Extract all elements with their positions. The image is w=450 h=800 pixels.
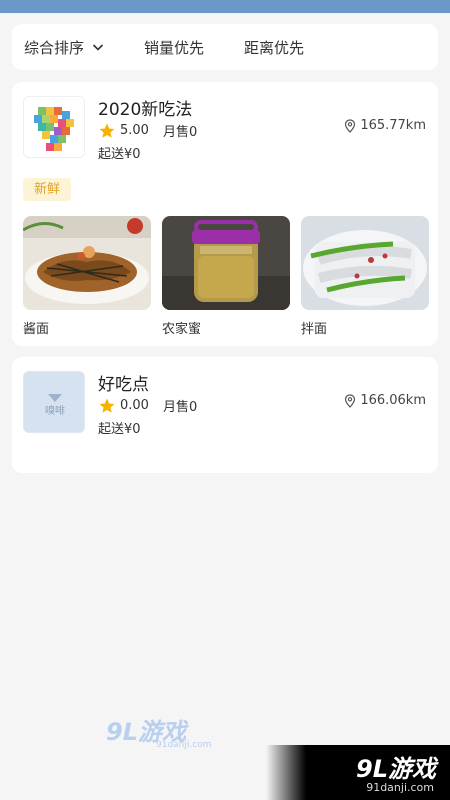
dish-label: 酱面: [23, 322, 50, 337]
distance: 165.77km: [344, 118, 426, 133]
rating-row: 5.00 月售0: [98, 121, 197, 140]
dish-label: 拌面: [301, 322, 328, 337]
sort-bar: 综合排序 销量优先 距离优先: [12, 24, 438, 70]
shop-name: 好吃点: [98, 375, 149, 395]
location-pin-icon: [344, 118, 356, 133]
rating-value: 0.00: [120, 398, 149, 413]
sort-distance-label: 距离优先: [244, 38, 305, 57]
shop-card[interactable]: 2020新吃法 5.00 月售0 起送¥0 165.77km 新鲜 酱面 农家蜜…: [12, 82, 438, 346]
sort-comprehensive-label: 综合排序: [24, 38, 85, 57]
distance-value: 165.77km: [360, 118, 426, 133]
rating-row: 0.00 月售0: [98, 396, 197, 415]
dish-image-honey-jar: [162, 216, 290, 310]
shop-logo: [23, 96, 85, 158]
dish-item[interactable]: 酱面: [23, 216, 151, 337]
dish-image-noodles: [23, 216, 151, 310]
dish-image-rice-rolls: [301, 216, 429, 310]
sort-sales-first[interactable]: 销量优先: [144, 37, 204, 58]
dish-item[interactable]: 拌面: [301, 216, 429, 337]
star-icon: [98, 122, 116, 140]
shop-card[interactable]: 嗅啡 好吃点 0.00 月售0 起送¥0 166.06km: [12, 357, 438, 473]
chevron-down-icon: [92, 41, 104, 53]
watermark-url: 91danji.com: [366, 781, 434, 794]
dish-item[interactable]: 农家蜜: [162, 216, 290, 337]
sort-distance-first[interactable]: 距离优先: [244, 37, 304, 58]
watermark-center: 9L游戏 91danji.com: [106, 712, 211, 752]
shop-tag: 新鲜: [23, 178, 72, 201]
dish-list: 酱面 农家蜜 拌面: [23, 216, 429, 337]
rating-value: 5.00: [120, 123, 149, 138]
watermark-url: 91danji.com: [156, 740, 212, 750]
watermark-logo-text: 9L游戏: [356, 755, 436, 783]
min-order: 起送¥0: [98, 147, 141, 162]
location-pin-icon: [344, 393, 356, 408]
sort-sales-label: 销量优先: [144, 38, 205, 57]
distance: 166.06km: [344, 393, 426, 408]
shop-logo: 嗅啡: [23, 371, 85, 433]
monthly-sales: 月售0: [162, 125, 198, 140]
star-icon: [98, 397, 116, 415]
monthly-sales: 月售0: [162, 400, 198, 415]
status-bar: [0, 0, 450, 13]
distance-value: 166.06km: [360, 393, 426, 408]
logo-text: 嗅啡: [45, 404, 65, 417]
sort-comprehensive-dropdown[interactable]: 综合排序: [24, 37, 104, 58]
shop-name: 2020新吃法: [98, 100, 193, 120]
dish-label: 农家蜜: [162, 322, 202, 337]
watermark-corner: 9L游戏 91danji.com: [266, 745, 450, 800]
min-order: 起送¥0: [98, 422, 141, 437]
